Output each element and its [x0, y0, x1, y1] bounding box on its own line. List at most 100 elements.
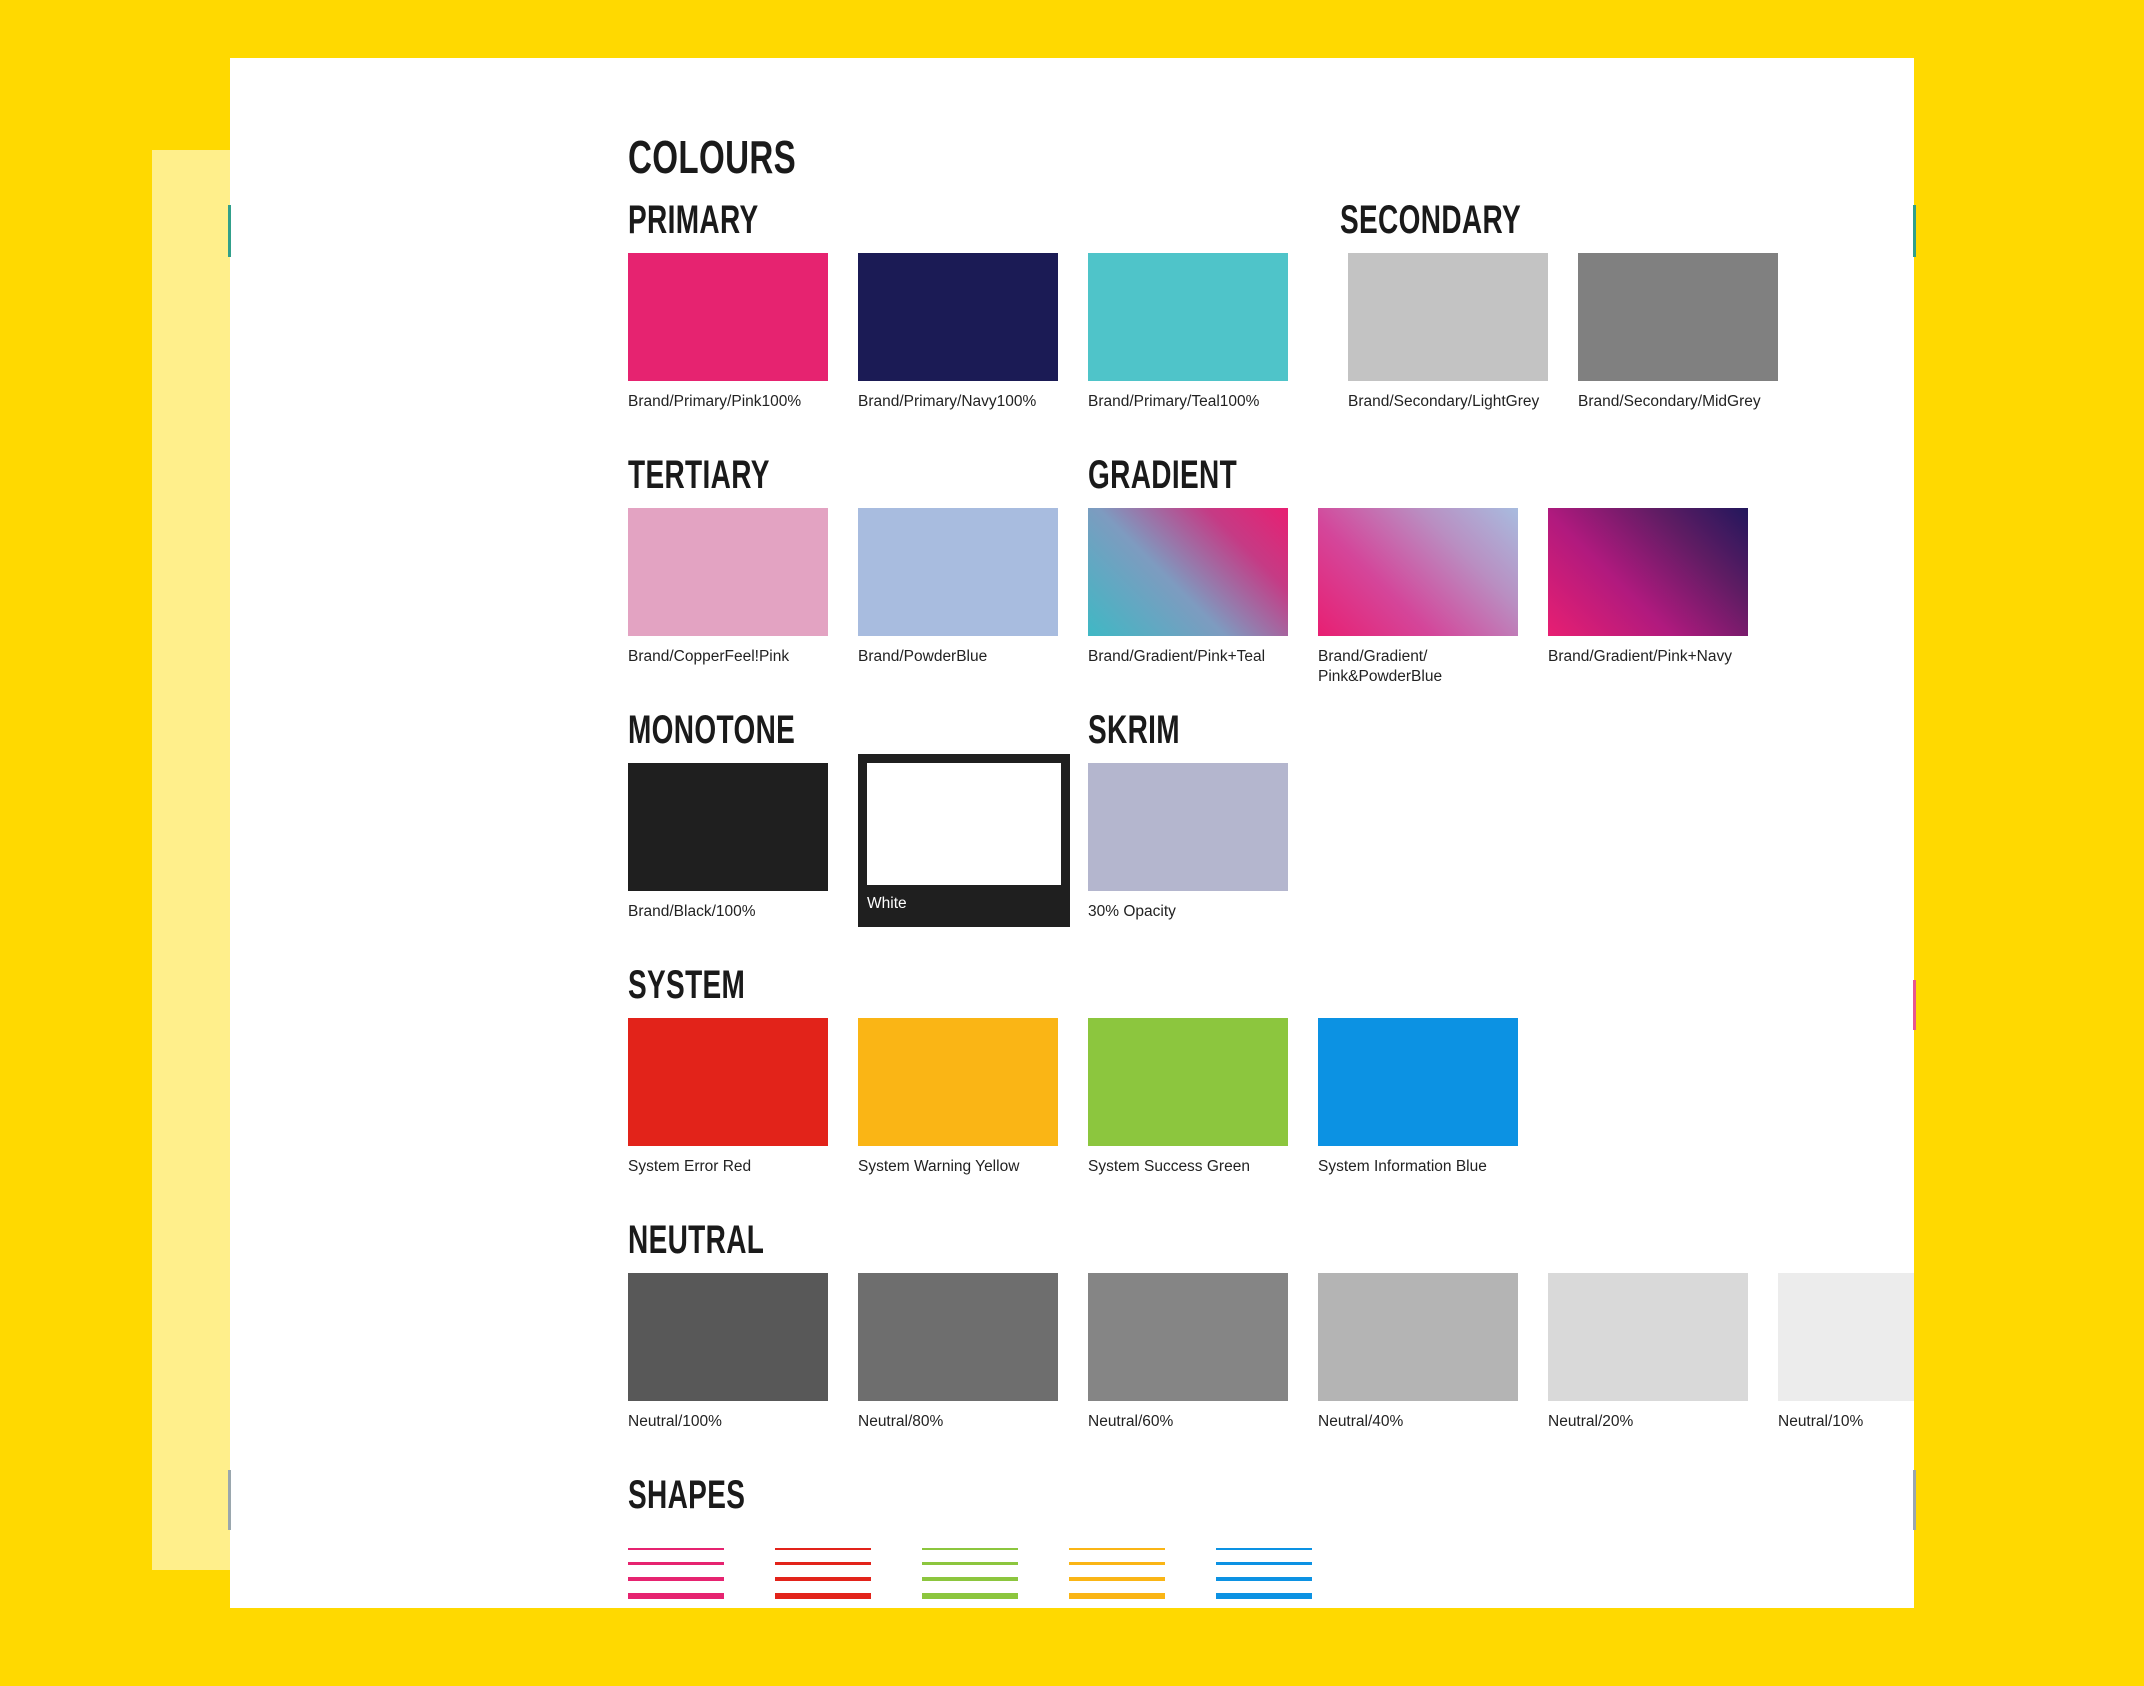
swatch-label: System Warning Yellow [858, 1158, 1020, 1175]
swatch-gradient-pink-powderblue[interactable]: Brand/Gradient/ Pink&PowderBlue [1318, 508, 1518, 687]
swatch-label: Neutral/80% [858, 1413, 944, 1430]
swatch-neutral-100[interactable]: Neutral/100% [628, 1273, 828, 1432]
swatch-label: 30% Opacity [1088, 903, 1176, 920]
shape-line [1216, 1548, 1312, 1550]
swatch-chip [867, 763, 1061, 885]
swatch-label: Brand/Secondary/LightGrey [1348, 393, 1540, 410]
swatch-tertiary-copperfeel-pink[interactable]: Brand/CopperFeel!Pink [628, 508, 828, 687]
swatch-chip [1578, 253, 1778, 381]
swatch-chip [1088, 253, 1288, 381]
accent-tick-grey-left [228, 1470, 231, 1530]
swatch-chip [628, 508, 828, 636]
swatch-secondary-lightgrey[interactable]: Brand/Secondary/LightGrey [1348, 253, 1548, 412]
swatch-primary-pink[interactable]: Brand/Primary/Pink100% [628, 253, 828, 412]
section-heading-gradient: GRADIENT [1088, 453, 1238, 497]
swatch-label: Brand/Primary/Teal100% [1088, 393, 1260, 410]
shape-line [775, 1593, 871, 1599]
swatch-label: Brand/Gradient/Pink+Teal [1088, 648, 1266, 665]
shape-line [922, 1577, 1018, 1581]
shape-line [922, 1562, 1018, 1565]
swatch-chip [1548, 508, 1748, 636]
swatch-chip [858, 1018, 1058, 1146]
swatch-neutral-10[interactable]: Neutral/10% [1778, 1273, 1914, 1432]
swatch-tertiary-powderblue[interactable]: Brand/PowderBlue [858, 508, 1058, 687]
swatch-brand-black[interactable]: Brand/Black/100% [628, 763, 828, 936]
accent-tick-teal-left [228, 205, 231, 257]
shape-line [1216, 1577, 1312, 1581]
section-heading-tertiary: TERTIARY [628, 453, 770, 497]
swatch-neutral-40[interactable]: Neutral/40% [1318, 1273, 1518, 1432]
accent-tick-teal-right [1913, 205, 1916, 257]
swatch-neutral-20[interactable]: Neutral/20% [1548, 1273, 1748, 1432]
swatch-label: White [867, 895, 907, 912]
swatch-chip [1318, 1018, 1518, 1146]
swatch-label: Brand/Secondary/MidGrey [1578, 393, 1761, 410]
swatch-label: System Information Blue [1318, 1158, 1487, 1175]
swatch-secondary-midgrey[interactable]: Brand/Secondary/MidGrey [1578, 253, 1778, 412]
shape-line [775, 1562, 871, 1565]
swatch-label: Neutral/20% [1548, 1413, 1634, 1430]
section-heading-secondary: SECONDARY [1340, 198, 1522, 242]
shape-column-blue [1216, 1548, 1312, 1608]
shape-column-green [922, 1548, 1018, 1608]
accent-tick-pink-right [1913, 980, 1916, 1030]
shape-line [775, 1548, 871, 1550]
shape-line [628, 1548, 724, 1550]
colour-palette-card: COLOURS PRIMARY SECONDARY Brand/Primary/… [230, 58, 1914, 1608]
swatch-chip [628, 253, 828, 381]
section-heading-skrim: SKRIM [1088, 708, 1180, 752]
swatch-label: Brand/Primary/Navy100% [858, 393, 1037, 410]
swatch-chip [628, 1273, 828, 1401]
shape-line [1216, 1593, 1312, 1599]
swatch-chip [1778, 1273, 1914, 1401]
swatch-chip [1318, 508, 1518, 636]
swatch-label: Brand/Gradient/ Pink&PowderBlue [1318, 648, 1443, 686]
swatch-label: Neutral/100% [628, 1413, 722, 1430]
swatch-chip [1088, 1273, 1288, 1401]
swatch-row-monotone-skrim: Brand/Black/100% White 30% Opacity [628, 754, 1318, 936]
swatch-white-wrapper[interactable]: White [858, 754, 1070, 936]
shape-line [1069, 1562, 1165, 1565]
swatch-row-primary-secondary: Brand/Primary/Pink100% Brand/Primary/Nav… [628, 253, 1808, 412]
swatch-gradient-pink-navy[interactable]: Brand/Gradient/Pink+Navy [1548, 508, 1748, 687]
shapes-grid [628, 1548, 1363, 1608]
shape-column-yellow [1069, 1548, 1165, 1608]
swatch-row-tertiary-gradient: Brand/CopperFeel!Pink Brand/PowderBlue B… [628, 508, 1778, 687]
swatch-chip [628, 763, 828, 891]
shape-line [1216, 1562, 1312, 1565]
shape-line [775, 1577, 871, 1581]
swatch-chip [858, 1273, 1058, 1401]
section-heading-neutral: NEUTRAL [628, 1218, 765, 1262]
section-heading-system: SYSTEM [628, 963, 746, 1007]
swatch-label: Brand/Gradient/Pink+Navy [1548, 648, 1732, 665]
shape-line [922, 1593, 1018, 1599]
shape-column-pink [628, 1548, 724, 1608]
swatch-chip [628, 1018, 828, 1146]
swatch-row-system: System Error Red System Warning Yellow S… [628, 1018, 1548, 1177]
swatch-gradient-pink-teal[interactable]: Brand/Gradient/Pink+Teal [1088, 508, 1288, 687]
section-heading-shapes: SHAPES [628, 1473, 746, 1517]
accent-tick-grey-right [1913, 1470, 1916, 1530]
shape-line [1069, 1593, 1165, 1599]
shape-column-red [775, 1548, 871, 1608]
swatch-neutral-80[interactable]: Neutral/80% [858, 1273, 1058, 1432]
swatch-skrim-30-opacity[interactable]: 30% Opacity [1088, 763, 1288, 936]
swatch-chip [1088, 763, 1288, 891]
swatch-label: Brand/CopperFeel!Pink [628, 648, 790, 665]
swatch-system-success-green[interactable]: System Success Green [1088, 1018, 1288, 1177]
shape-line [628, 1562, 724, 1565]
swatch-system-error-red[interactable]: System Error Red [628, 1018, 828, 1177]
swatch-neutral-60[interactable]: Neutral/60% [1088, 1273, 1288, 1432]
shape-line [1069, 1548, 1165, 1550]
section-heading-monotone: MONOTONE [628, 708, 796, 752]
swatch-primary-teal[interactable]: Brand/Primary/Teal100% [1088, 253, 1288, 412]
swatch-chip [1318, 1273, 1518, 1401]
swatch-system-warning-yellow[interactable]: System Warning Yellow [858, 1018, 1058, 1177]
swatch-system-information-blue[interactable]: System Information Blue [1318, 1018, 1518, 1177]
shape-line [1069, 1577, 1165, 1581]
swatch-primary-navy[interactable]: Brand/Primary/Navy100% [858, 253, 1058, 412]
section-heading-primary: PRIMARY [628, 198, 759, 242]
swatch-row-neutral: Neutral/100% Neutral/80% Neutral/60% Neu… [628, 1273, 1914, 1432]
swatch-chip [1088, 508, 1288, 636]
swatch-label: Neutral/60% [1088, 1413, 1174, 1430]
